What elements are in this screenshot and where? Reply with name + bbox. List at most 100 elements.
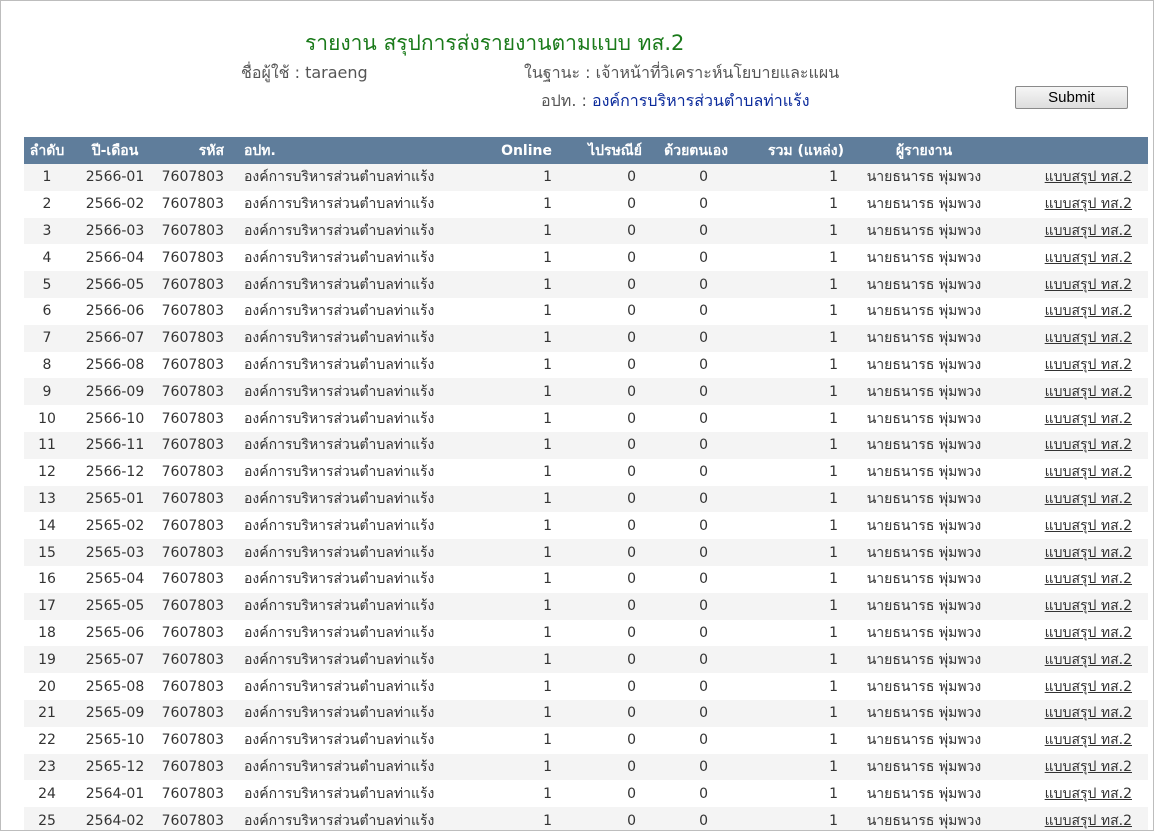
cell-no: 23: [24, 753, 70, 781]
cell-link: แบบสรุป ทส.2: [1004, 673, 1148, 700]
cell-reporter: นายธนารธ พุ่มพวง: [844, 512, 1004, 540]
cell-period: 2565-05: [70, 592, 160, 620]
cell-code: 7607803: [160, 646, 224, 674]
cell-reporter: นายธนารธ พุ่มพวง: [844, 780, 1004, 808]
summary-report-link[interactable]: แบบสรุป ทส.2: [1045, 169, 1132, 185]
cell-total: 1: [730, 190, 844, 218]
table-row: 18 2565-06 7607803 องค์การบริหารส่วนตำบลท่า…: [24, 619, 1148, 647]
summary-report-link[interactable]: แบบสรุป ทส.2: [1045, 196, 1132, 212]
cell-code: 7607803: [160, 217, 224, 245]
cell-reporter: นายธนารธ พุ่มพวง: [844, 807, 1004, 830]
cell-code: 7607803: [160, 271, 224, 298]
cell-total: 1: [730, 271, 844, 298]
cell-period: 2564-02: [70, 807, 160, 830]
summary-report-link[interactable]: แบบสรุป ทส.2: [1045, 437, 1132, 453]
cell-code: 7607803: [160, 431, 224, 459]
summary-report-link[interactable]: แบบสรุป ทส.2: [1045, 518, 1132, 534]
summary-report-link[interactable]: แบบสรุป ทส.2: [1045, 357, 1132, 373]
cell-total: 1: [730, 378, 844, 406]
cell-online: 1: [444, 217, 552, 245]
cell-period: 2565-07: [70, 646, 160, 674]
summary-report-link[interactable]: แบบสรุป ทส.2: [1045, 571, 1132, 587]
summary-report-link[interactable]: แบบสรุป ทส.2: [1045, 411, 1132, 427]
cell-self: 0: [642, 405, 730, 432]
cell-online: 1: [444, 378, 552, 406]
page-title: รายงาน สรุปการส่งรายงานตามแบบ ทส.2: [305, 31, 685, 55]
cell-reporter: นายธนารธ พุ่มพวง: [844, 485, 1004, 513]
cell-total: 1: [730, 673, 844, 700]
cell-link: แบบสรุป ทส.2: [1004, 780, 1148, 808]
col-header-online: Online: [444, 137, 552, 164]
summary-report-link[interactable]: แบบสรุป ทส.2: [1045, 732, 1132, 748]
summary-report-link[interactable]: แบบสรุป ทส.2: [1045, 598, 1132, 614]
table-row: 21 2565-09 7607803 องค์การบริหารส่วนตำบลท่า…: [24, 699, 1148, 727]
cell-period: 2565-08: [70, 673, 160, 700]
summary-report-link[interactable]: แบบสรุป ทส.2: [1045, 705, 1132, 721]
cell-post: 0: [552, 646, 642, 674]
cell-code: 7607803: [160, 405, 224, 432]
summary-report-link[interactable]: แบบสรุป ทส.2: [1045, 679, 1132, 695]
summary-report-link[interactable]: แบบสรุป ทส.2: [1045, 759, 1132, 775]
cell-link: แบบสรุป ทส.2: [1004, 244, 1148, 272]
cell-period: 2566-06: [70, 297, 160, 325]
cell-code: 7607803: [160, 539, 224, 566]
cell-post: 0: [552, 324, 642, 352]
cell-post: 0: [552, 699, 642, 727]
user-info: ชื่อผู้ใช้ : taraeng: [241, 61, 368, 86]
summary-report-link[interactable]: แบบสรุป ทส.2: [1045, 625, 1132, 641]
table-row: 4 2566-04 7607803 องค์การบริหารส่วนตำบลท่าแ…: [24, 244, 1148, 272]
summary-report-link[interactable]: แบบสรุป ทส.2: [1045, 223, 1132, 239]
table-row: 10 2566-10 7607803 องค์การบริหารส่วนตำบลท่า…: [24, 405, 1148, 432]
table-row: 19 2565-07 7607803 องค์การบริหารส่วนตำบลท่า…: [24, 646, 1148, 674]
cell-reporter: นายธนารธ พุ่มพวง: [844, 378, 1004, 406]
cell-self: 0: [642, 512, 730, 540]
col-header-post: ไปรษณีย์: [552, 137, 642, 164]
col-header-period: ปี-เดือน: [70, 137, 160, 164]
cell-org: องค์การบริหารส่วนตำบลท่าแร้ง: [224, 244, 444, 272]
table-row: 6 2566-06 7607803 องค์การบริหารส่วนตำบลท่าแ…: [24, 297, 1148, 325]
cell-self: 0: [642, 726, 730, 754]
summary-report-link[interactable]: แบบสรุป ทส.2: [1045, 464, 1132, 480]
cell-org: องค์การบริหารส่วนตำบลท่าแร้ง: [224, 297, 444, 325]
summary-report-link[interactable]: แบบสรุป ทส.2: [1045, 330, 1132, 346]
summary-report-link[interactable]: แบบสรุป ทส.2: [1045, 652, 1132, 668]
cell-reporter: นายธนารธ พุ่มพวง: [844, 431, 1004, 459]
cell-period: 2566-01: [70, 164, 160, 191]
cell-self: 0: [642, 619, 730, 647]
cell-post: 0: [552, 512, 642, 540]
cell-post: 0: [552, 190, 642, 218]
summary-report-link[interactable]: แบบสรุป ทส.2: [1045, 786, 1132, 802]
summary-report-link[interactable]: แบบสรุป ทส.2: [1045, 303, 1132, 319]
cell-self: 0: [642, 485, 730, 513]
cell-total: 1: [730, 807, 844, 830]
cell-reporter: นายธนารธ พุ่มพวง: [844, 592, 1004, 620]
cell-online: 1: [444, 780, 552, 808]
summary-report-link[interactable]: แบบสรุป ทส.2: [1045, 277, 1132, 293]
table-row: 8 2566-08 7607803 องค์การบริหารส่วนตำบลท่าแ…: [24, 351, 1148, 379]
cell-post: 0: [552, 351, 642, 379]
cell-self: 0: [642, 244, 730, 272]
cell-no: 8: [24, 351, 70, 379]
summary-report-link[interactable]: แบบสรุป ทส.2: [1045, 384, 1132, 400]
cell-link: แบบสรุป ทส.2: [1004, 699, 1148, 727]
summary-report-link[interactable]: แบบสรุป ทส.2: [1045, 545, 1132, 561]
cell-period: 2566-04: [70, 244, 160, 272]
submit-button[interactable]: Submit: [1015, 86, 1128, 109]
cell-online: 1: [444, 431, 552, 459]
cell-code: 7607803: [160, 565, 224, 593]
cell-code: 7607803: [160, 190, 224, 218]
cell-post: 0: [552, 592, 642, 620]
cell-no: 4: [24, 244, 70, 272]
summary-report-link[interactable]: แบบสรุป ทส.2: [1045, 813, 1132, 829]
cell-link: แบบสรุป ทส.2: [1004, 726, 1148, 754]
cell-org: องค์การบริหารส่วนตำบลท่าแร้ง: [224, 780, 444, 808]
cell-link: แบบสรุป ทส.2: [1004, 565, 1148, 593]
cell-no: 15: [24, 539, 70, 566]
summary-report-link[interactable]: แบบสรุป ทส.2: [1045, 250, 1132, 266]
summary-report-link[interactable]: แบบสรุป ทส.2: [1045, 491, 1132, 507]
cell-total: 1: [730, 405, 844, 432]
cell-period: 2565-12: [70, 753, 160, 781]
cell-total: 1: [730, 458, 844, 486]
cell-link: แบบสรุป ทส.2: [1004, 405, 1148, 432]
cell-period: 2564-01: [70, 780, 160, 808]
